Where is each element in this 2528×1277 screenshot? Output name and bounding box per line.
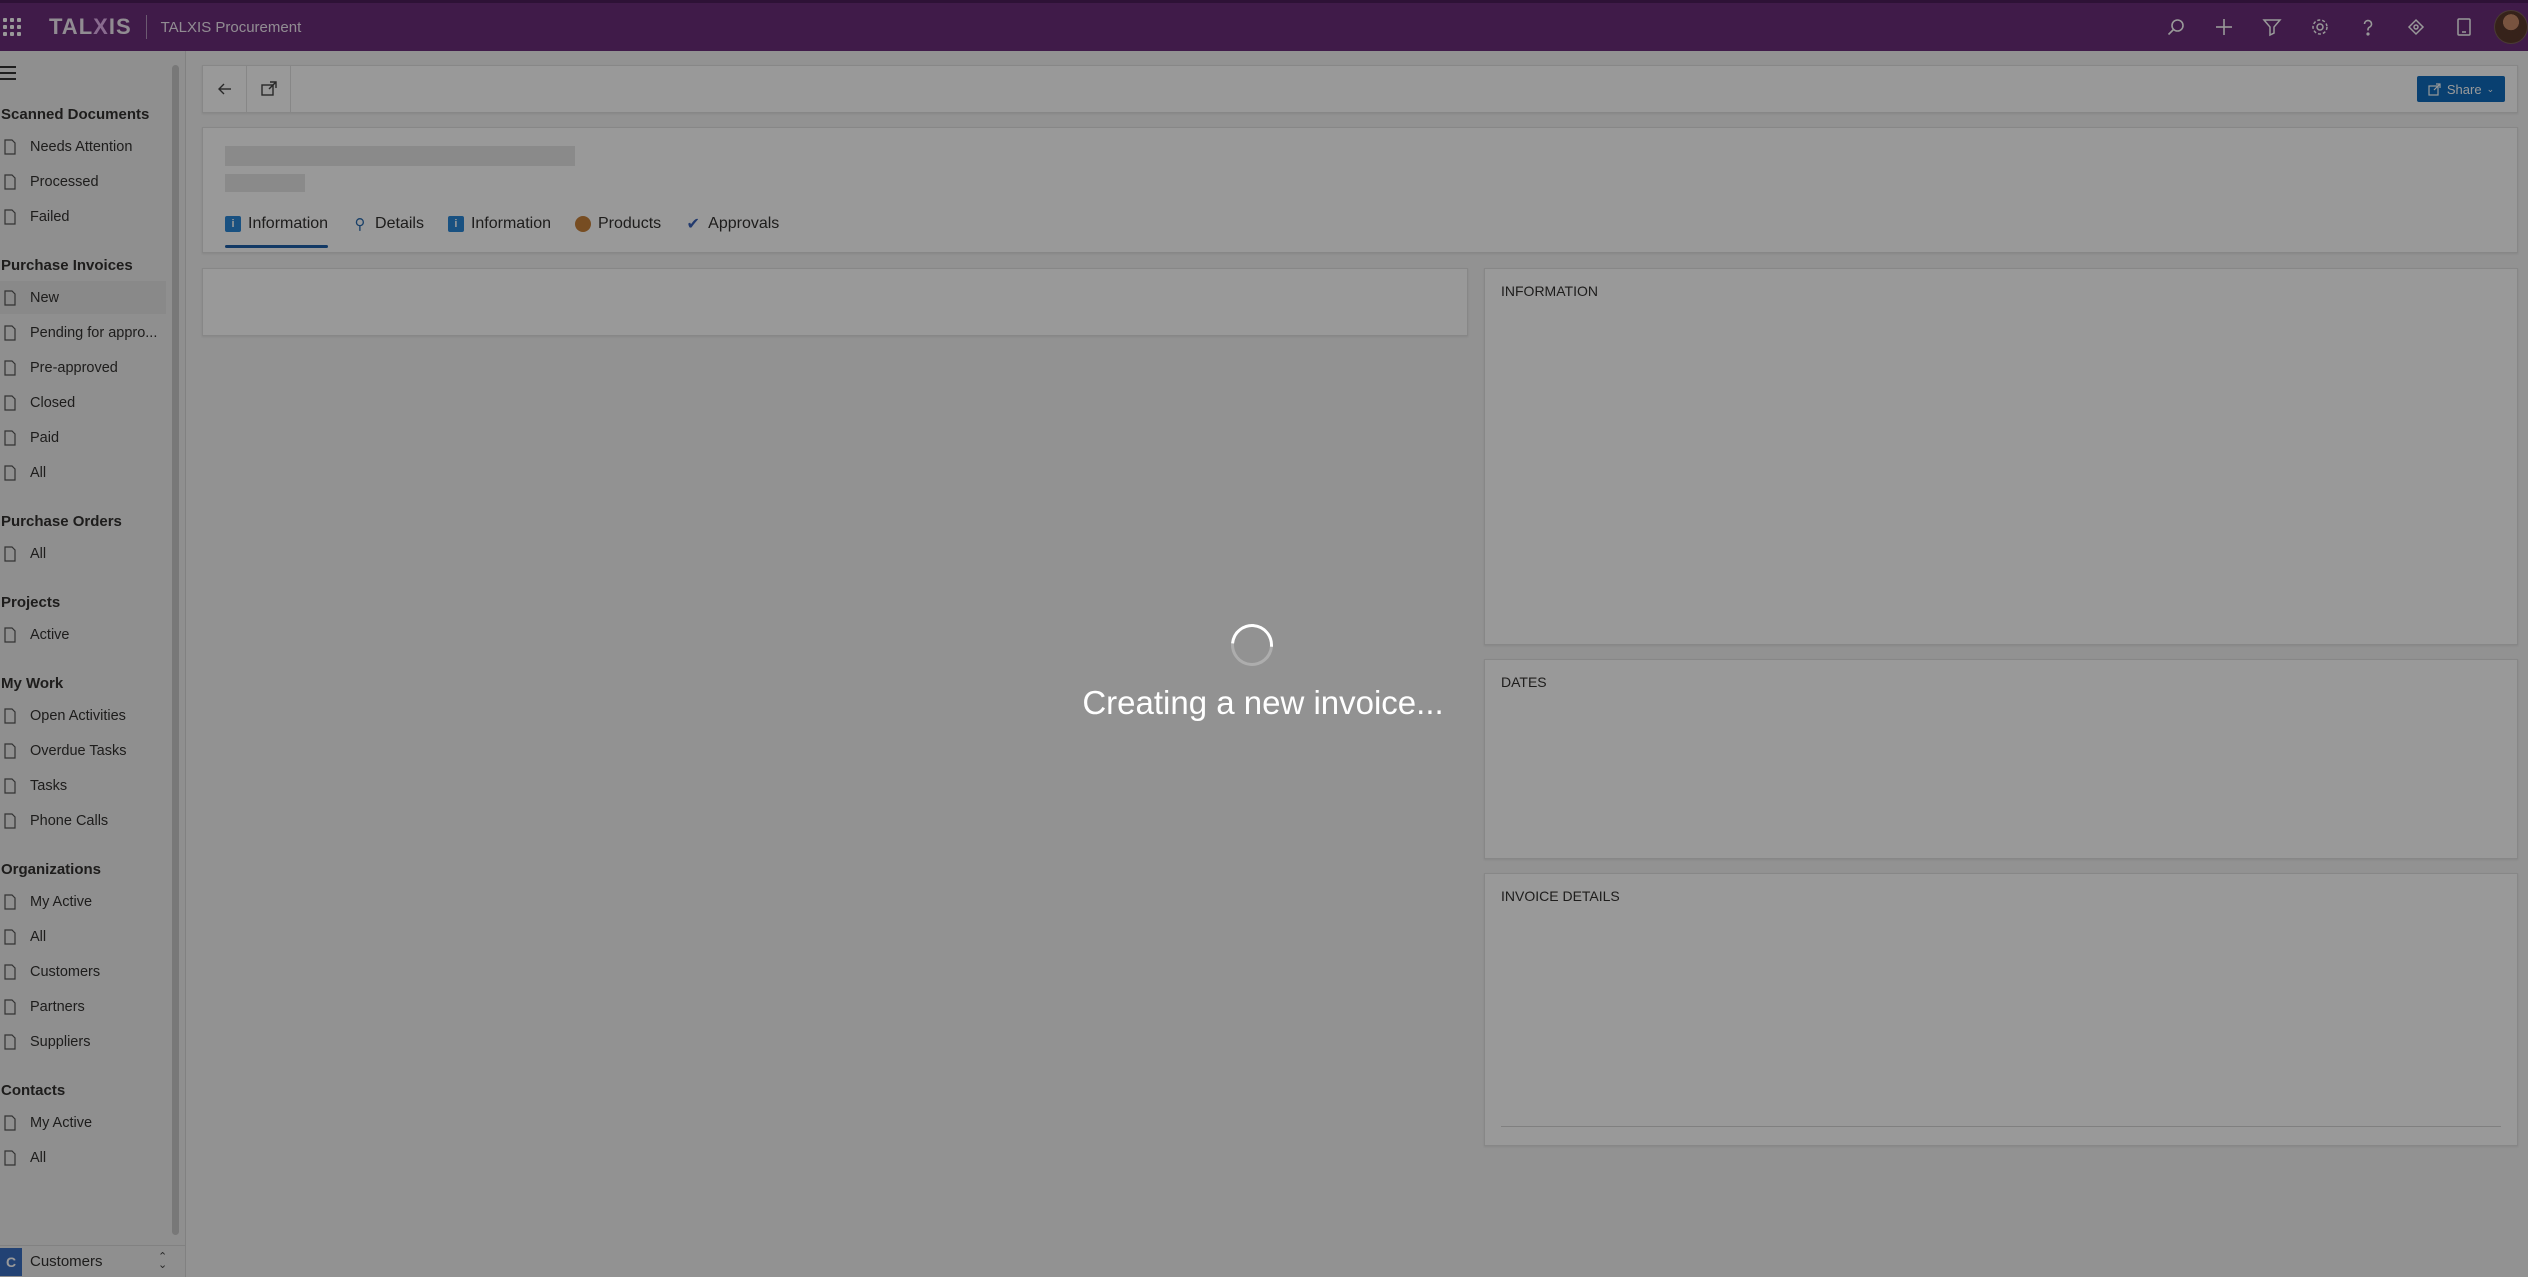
loading-overlay: Creating a new invoice... [0,0,2528,1277]
loading-message: Creating a new invoice... [1082,684,1444,721]
loading-spinner-icon [1222,615,1282,675]
